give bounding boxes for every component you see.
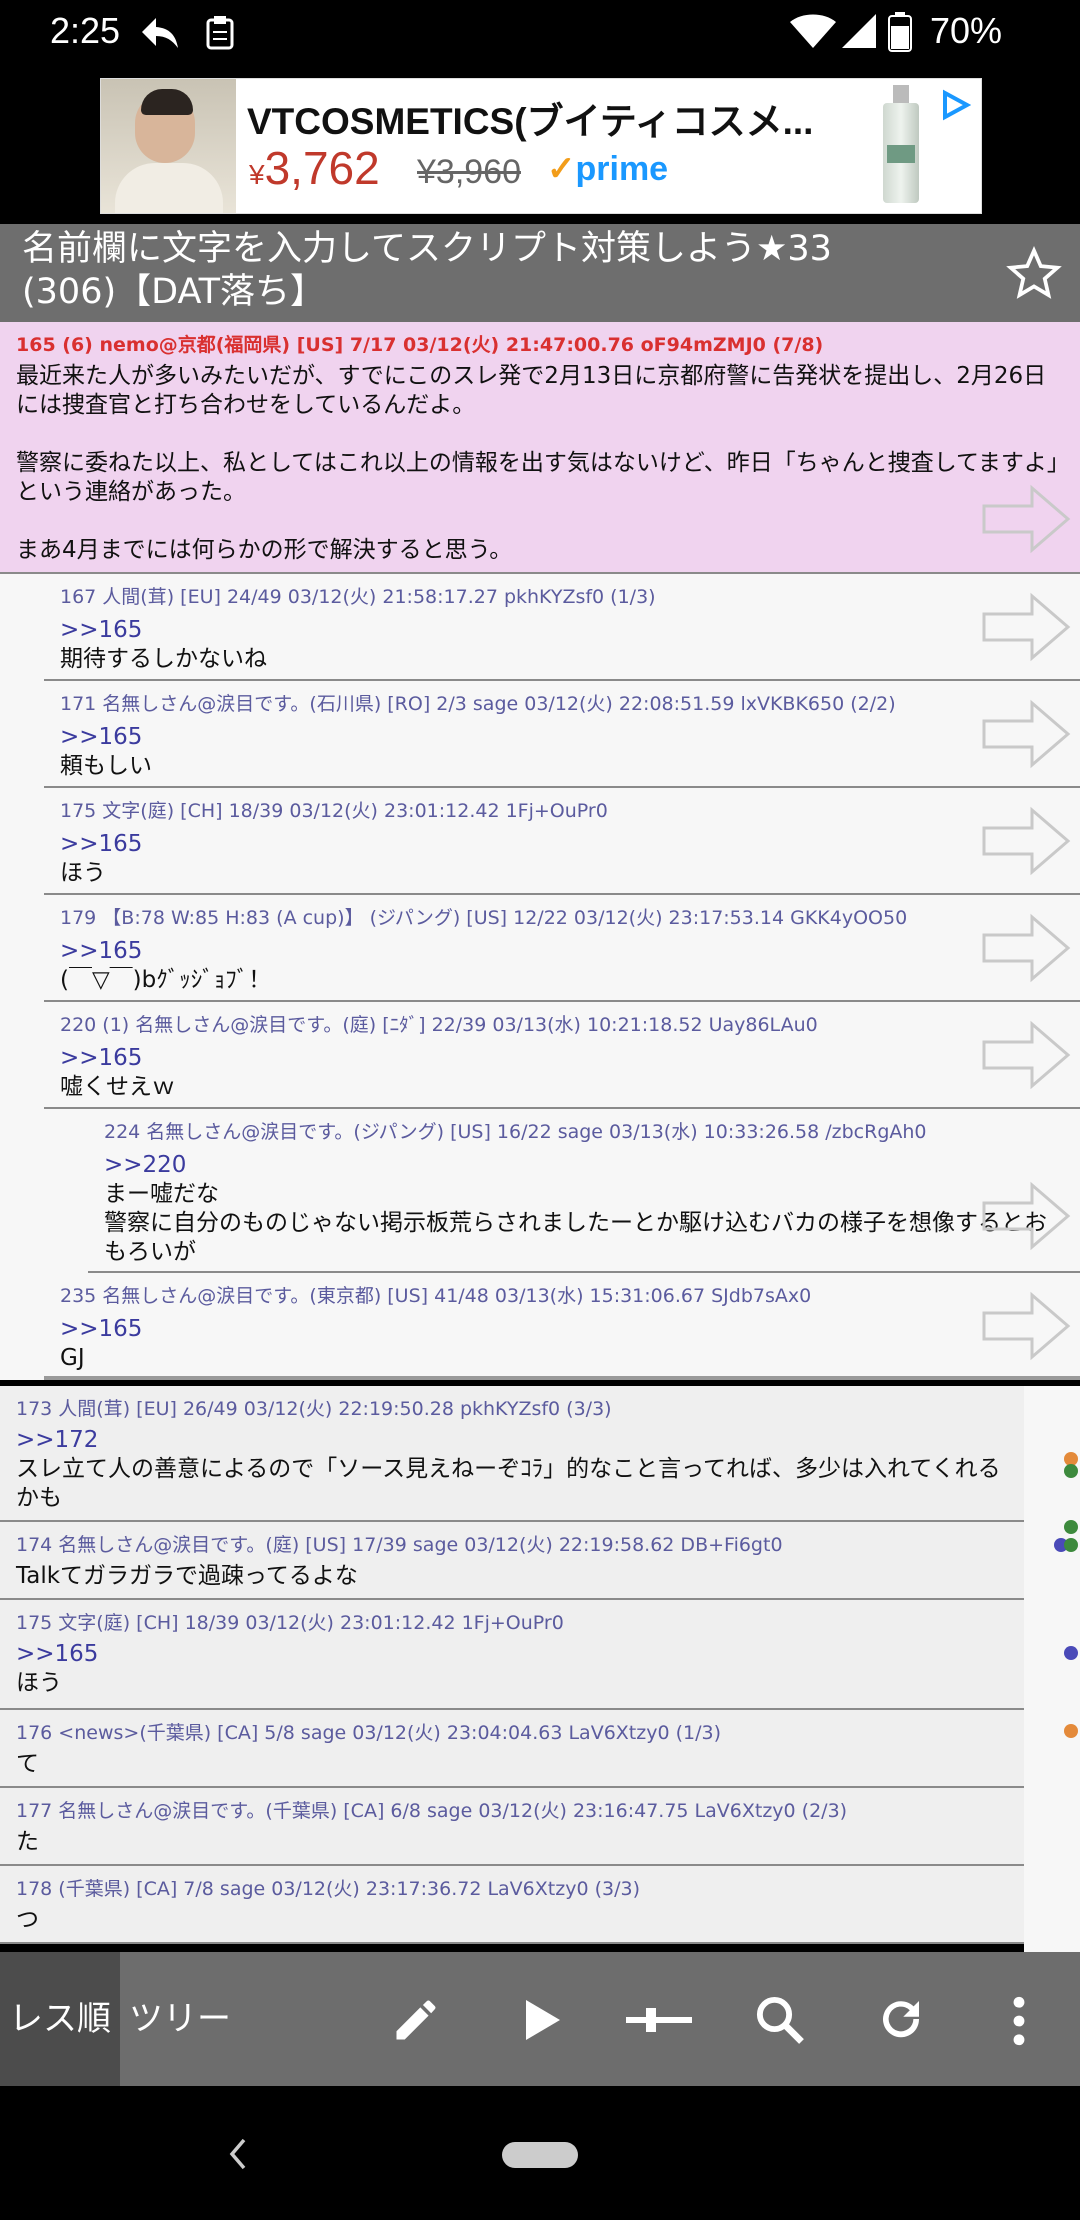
post-text: 頼もしい — [60, 753, 152, 779]
arrow-right-icon[interactable] — [982, 1020, 1072, 1090]
ad-title: VTCOSMETICS(ブイティコスメ... — [247, 101, 814, 142]
reply-anchor[interactable]: >>165 — [16, 1640, 98, 1669]
back-arrow-icon — [142, 18, 178, 48]
post-text: ほう — [60, 860, 106, 886]
search-icon[interactable] — [752, 1992, 806, 2046]
reply-post[interactable]: 179 【B:78 W:85 H:83 (A cup)】 (ジパング) [US]… — [44, 895, 1080, 1002]
nav-home-pill[interactable] — [502, 2142, 578, 2168]
post-text: Talkてガラガラで過疎ってるよな — [16, 1563, 358, 1589]
post-text: つ — [16, 1907, 39, 1933]
reply-anchor[interactable]: >>165 — [60, 1044, 175, 1073]
ad-product-image — [879, 85, 923, 207]
thread-title: 名前欄に文字を入力してスクリプト対策しよう★33 (306)【DAT落ち】 — [22, 229, 832, 312]
reply-post[interactable]: 220 (1) 名無しさん@涙目です。(庭) [ﾆﾀﾞ] 22/39 03/13… — [44, 1002, 1080, 1109]
arrow-right-icon[interactable] — [982, 592, 1072, 662]
post-text: まー嘘だな 警察に自分のものじゃない掲示板荒らされましたーとか駆け込むバカの様子… — [104, 1181, 1047, 1265]
system-nav-bar — [0, 2086, 1080, 2220]
post-text: 最近来た人が多いみたいだが、すでにこのスレ発で2月13日に京都府警に告発状を提出… — [16, 363, 1047, 418]
post-text: GJ — [60, 1345, 85, 1371]
list-item[interactable]: 174 名無しさん@涙目です。(庭) [US] 17/39 sage 03/12… — [0, 1522, 1024, 1600]
reply-anchor[interactable]: >>165 — [60, 723, 152, 752]
tab-res-order[interactable]: レス順 — [0, 1952, 120, 2086]
arrow-right-icon[interactable] — [982, 1181, 1072, 1251]
list-item[interactable]: 176 <news>(千葉県) [CA] 5/8 sage 03/12(火) 2… — [0, 1710, 1024, 1788]
arrow-right-icon[interactable] — [982, 806, 1072, 876]
reply-anchor[interactable]: >>165 — [60, 937, 271, 966]
reply-anchor[interactable]: >>165 — [60, 1315, 142, 1344]
arrow-right-icon[interactable] — [982, 1291, 1072, 1361]
refresh-icon[interactable] — [874, 1992, 928, 2046]
ad-old-price: ¥3,960 — [417, 153, 521, 191]
wifi-icon — [790, 14, 836, 48]
ad-price: ¥3,762 — [249, 142, 380, 194]
post-text: まあ4月までには何らかの形で解決すると思う。 — [16, 537, 513, 563]
nav-back-icon[interactable] — [226, 2136, 250, 2172]
arrow-right-icon[interactable] — [982, 484, 1072, 554]
list-item[interactable]: 178 (千葉県) [CA] 7/8 sage 03/12(火) 23:17:3… — [0, 1866, 1024, 1944]
slider-icon[interactable] — [624, 2000, 694, 2040]
reply-post[interactable]: 235 名無しさん@涙目です。(東京都) [US] 41/48 03/13(水)… — [44, 1273, 1080, 1380]
status-bar: 2:25 70% — [0, 0, 1080, 66]
reply-post[interactable]: 167 人間(茸) [EU] 24/49 03/12(火) 21:58:17.2… — [44, 574, 1080, 681]
thread-header: 名前欄に文字を入力してスクリプト対策しよう★33 (306)【DAT落ち】 — [0, 224, 1080, 322]
adchoices-icon[interactable] — [939, 89, 971, 121]
signal-icon — [842, 14, 876, 48]
post-text: た — [16, 1829, 39, 1855]
list-item[interactable]: 173 人間(茸) [EU] 26/49 03/12(火) 22:19:50.2… — [0, 1386, 1024, 1522]
arrow-right-icon[interactable] — [982, 913, 1072, 983]
clipboard-icon — [206, 16, 234, 50]
battery-percent: 70% — [929, 10, 1002, 51]
battery-icon — [888, 12, 912, 52]
reply-anchor[interactable]: >>165 — [60, 616, 267, 645]
scroll-indicator-track[interactable] — [1024, 1386, 1080, 1952]
ad-banner[interactable]: VTCOSMETICS(ブイティコスメ... ¥3,762 ¥3,960 ✓pr… — [100, 78, 982, 214]
bottom-toolbar: レス順 ツリー — [0, 1952, 1080, 2086]
status-time: 2:25 — [50, 10, 121, 51]
reply-anchor[interactable]: >>165 — [60, 830, 142, 859]
reply-post[interactable]: 175 文字(庭) [CH] 18/39 03/12(火) 23:01:12.4… — [44, 788, 1080, 895]
post-text: 嘘くせえｗ — [60, 1074, 175, 1100]
reply-post-nested[interactable]: 224 名無しさん@涙目です。(ジパング) [US] 16/22 sage 03… — [88, 1109, 1080, 1273]
post-text: て — [16, 1751, 39, 1777]
play-icon[interactable] — [520, 1996, 564, 2044]
post-text: ほう — [16, 1670, 62, 1696]
list-item[interactable]: 175 文字(庭) [CH] 18/39 03/12(火) 23:01:12.4… — [0, 1600, 1024, 1710]
reply-anchor[interactable]: >>220 — [104, 1151, 1064, 1180]
post-text: スレ立て人の善意によるので「ソース見えねーぞｺﾗ」的なこと言ってれば、多少は入れ… — [16, 1456, 1001, 1511]
reply-post[interactable]: 171 名無しさん@涙目です。(石川県) [RO] 2/3 sage 03/12… — [44, 681, 1080, 788]
reply-anchor[interactable]: >>172 — [16, 1426, 1006, 1455]
post-text: (￣▽￣)bｸﾞｯｼﾞｮﾌﾞ！ — [60, 967, 272, 993]
arrow-right-icon[interactable] — [982, 699, 1072, 769]
tab-tree[interactable]: ツリー — [120, 1952, 240, 2086]
list-item[interactable]: 177 名無しさん@涙目です。(千葉県) [CA] 6/8 sage 03/12… — [0, 1788, 1024, 1866]
star-icon[interactable] — [1006, 246, 1062, 302]
popup-main-post[interactable]: 165 (6) nemo@京都(福岡県) [US] 7/17 03/12(火) … — [0, 322, 1080, 574]
post-text: 期待するしかないね — [60, 646, 267, 672]
ad-person-image — [101, 79, 236, 213]
pencil-icon[interactable] — [390, 1994, 442, 2046]
post-text: 警察に委ねた以上、私としてはこれ以上の情報を出す気はないけど、昨日「ちゃんと捜査… — [16, 450, 1059, 505]
ad-prime-badge: ✓prime — [547, 150, 669, 188]
more-icon[interactable] — [1006, 1996, 1032, 2046]
